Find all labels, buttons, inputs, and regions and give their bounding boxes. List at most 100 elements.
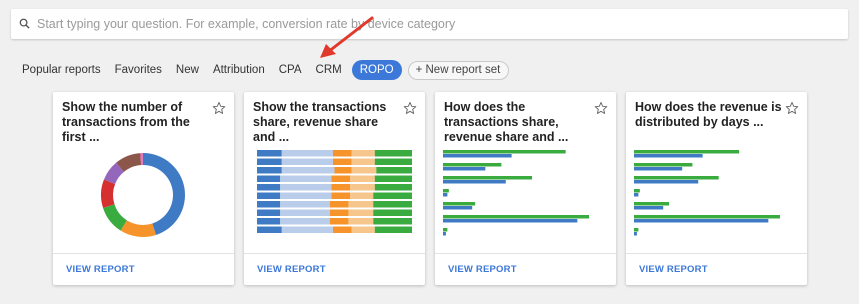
stacked-bar-chart bbox=[257, 150, 412, 233]
bar bbox=[443, 176, 533, 180]
stacked-bar-segment bbox=[281, 167, 335, 174]
stacked-bar-segment bbox=[257, 184, 281, 191]
stacked-bar-segment bbox=[351, 158, 375, 165]
report-card[interactable]: How does the transactions share, revenue… bbox=[435, 92, 616, 285]
stacked-bar-segment bbox=[334, 167, 352, 174]
bar bbox=[634, 228, 639, 232]
tab-cpa[interactable]: CPA bbox=[272, 60, 309, 80]
stacked-bar-segment bbox=[281, 226, 333, 233]
stacked-bar-segment bbox=[373, 209, 412, 216]
stacked-bar-segment bbox=[257, 175, 281, 182]
grouped-bar-chart bbox=[634, 150, 780, 236]
star-icon[interactable] bbox=[785, 101, 799, 115]
stacked-bar-segment bbox=[257, 150, 282, 157]
stacked-bar-segment bbox=[281, 158, 333, 165]
stacked-bar-segment bbox=[331, 175, 350, 182]
card-title: How does the transactions share, revenue… bbox=[444, 100, 569, 144]
stacked-bar-segment bbox=[348, 201, 374, 208]
new-report-set-button[interactable]: + New report set bbox=[407, 60, 510, 80]
stacked-bar-segment bbox=[257, 209, 281, 216]
stacked-bar-segment bbox=[374, 175, 412, 182]
stacked-bar-segment bbox=[374, 158, 412, 165]
view-report-link[interactable]: VIEW REPORT bbox=[66, 264, 135, 275]
report-card[interactable]: How does the revenue is distributed by d… bbox=[626, 92, 807, 285]
stacked-bar-segment bbox=[257, 167, 282, 174]
stacked-bar-segment bbox=[373, 218, 412, 225]
stacked-bar-segment bbox=[280, 184, 332, 191]
report-set-tabs: Popular reports Favorites New Attributio… bbox=[15, 60, 510, 80]
stacked-bar-segment bbox=[257, 192, 281, 199]
bar bbox=[443, 206, 473, 210]
stacked-bar-segment bbox=[280, 209, 330, 216]
report-card[interactable]: Show the number of transactions from the… bbox=[53, 92, 234, 285]
bar bbox=[443, 219, 578, 223]
star-icon[interactable] bbox=[594, 101, 608, 115]
tab-attribution[interactable]: Attribution bbox=[206, 60, 272, 80]
star-icon[interactable] bbox=[212, 101, 226, 115]
view-report-link[interactable]: VIEW REPORT bbox=[448, 264, 517, 275]
divider bbox=[626, 253, 807, 254]
stacked-bar-segment bbox=[329, 218, 349, 225]
stacked-bar-segment bbox=[280, 218, 330, 225]
report-card[interactable]: Show the transactions share, revenue sha… bbox=[244, 92, 425, 285]
stacked-bar-segment bbox=[373, 201, 412, 208]
tab-popular-reports[interactable]: Popular reports bbox=[15, 60, 108, 80]
donut-slice bbox=[120, 220, 156, 237]
tab-new[interactable]: New bbox=[169, 60, 206, 80]
stacked-bar-segment bbox=[331, 184, 350, 191]
divider bbox=[53, 253, 234, 254]
stacked-bar-segment bbox=[351, 226, 375, 233]
divider bbox=[435, 253, 616, 254]
tab-favorites[interactable]: Favorites bbox=[108, 60, 169, 80]
stacked-bar-segment bbox=[376, 167, 412, 174]
stacked-bar-segment bbox=[348, 209, 374, 216]
grouped-bar-chart bbox=[443, 150, 589, 236]
stacked-bar-segment bbox=[280, 175, 332, 182]
donut-chart bbox=[101, 153, 185, 237]
stacked-bar-segment bbox=[257, 158, 282, 165]
search-input[interactable] bbox=[37, 9, 837, 39]
view-report-link[interactable]: VIEW REPORT bbox=[639, 264, 708, 275]
donut-slice bbox=[143, 153, 185, 235]
bar bbox=[634, 202, 670, 206]
search-bar[interactable] bbox=[11, 9, 848, 39]
bar bbox=[443, 193, 448, 197]
stacked-bar-segment bbox=[281, 150, 333, 157]
bar bbox=[443, 189, 449, 193]
stacked-bar-segment bbox=[257, 201, 281, 208]
card-title: How does the revenue is distributed by d… bbox=[635, 100, 782, 129]
bar bbox=[634, 215, 780, 219]
card-title: Show the transactions share, revenue sha… bbox=[253, 100, 387, 144]
stacked-bar-segment bbox=[257, 218, 281, 225]
star-icon[interactable] bbox=[403, 101, 417, 115]
tab-ropo[interactable]: ROPO bbox=[351, 60, 402, 80]
bar bbox=[634, 206, 664, 210]
stacked-bar-segment bbox=[280, 201, 330, 208]
stacked-bar-segment bbox=[374, 184, 412, 191]
bar bbox=[443, 167, 486, 171]
bar bbox=[634, 219, 769, 223]
bar bbox=[634, 163, 693, 167]
divider bbox=[244, 253, 425, 254]
stacked-bar-segment bbox=[332, 158, 352, 165]
bar bbox=[443, 228, 448, 232]
bar bbox=[634, 176, 719, 180]
bar bbox=[443, 180, 506, 184]
donut-slice bbox=[101, 179, 116, 208]
stacked-bar-segment bbox=[280, 192, 332, 199]
stacked-bar-segment bbox=[351, 167, 377, 174]
tab-crm[interactable]: CRM bbox=[309, 60, 349, 80]
bar bbox=[634, 189, 640, 193]
bar bbox=[634, 150, 740, 154]
stacked-bar-segment bbox=[329, 201, 349, 208]
stacked-bar-segment bbox=[329, 209, 349, 216]
bar bbox=[443, 150, 566, 154]
bar bbox=[634, 154, 703, 158]
stacked-bar-segment bbox=[373, 192, 412, 199]
stacked-bar-segment bbox=[351, 150, 375, 157]
bar bbox=[634, 193, 639, 197]
stacked-bar-segment bbox=[348, 218, 374, 225]
stacked-bar-segment bbox=[350, 184, 375, 191]
view-report-link[interactable]: VIEW REPORT bbox=[257, 264, 326, 275]
bar bbox=[443, 215, 589, 219]
